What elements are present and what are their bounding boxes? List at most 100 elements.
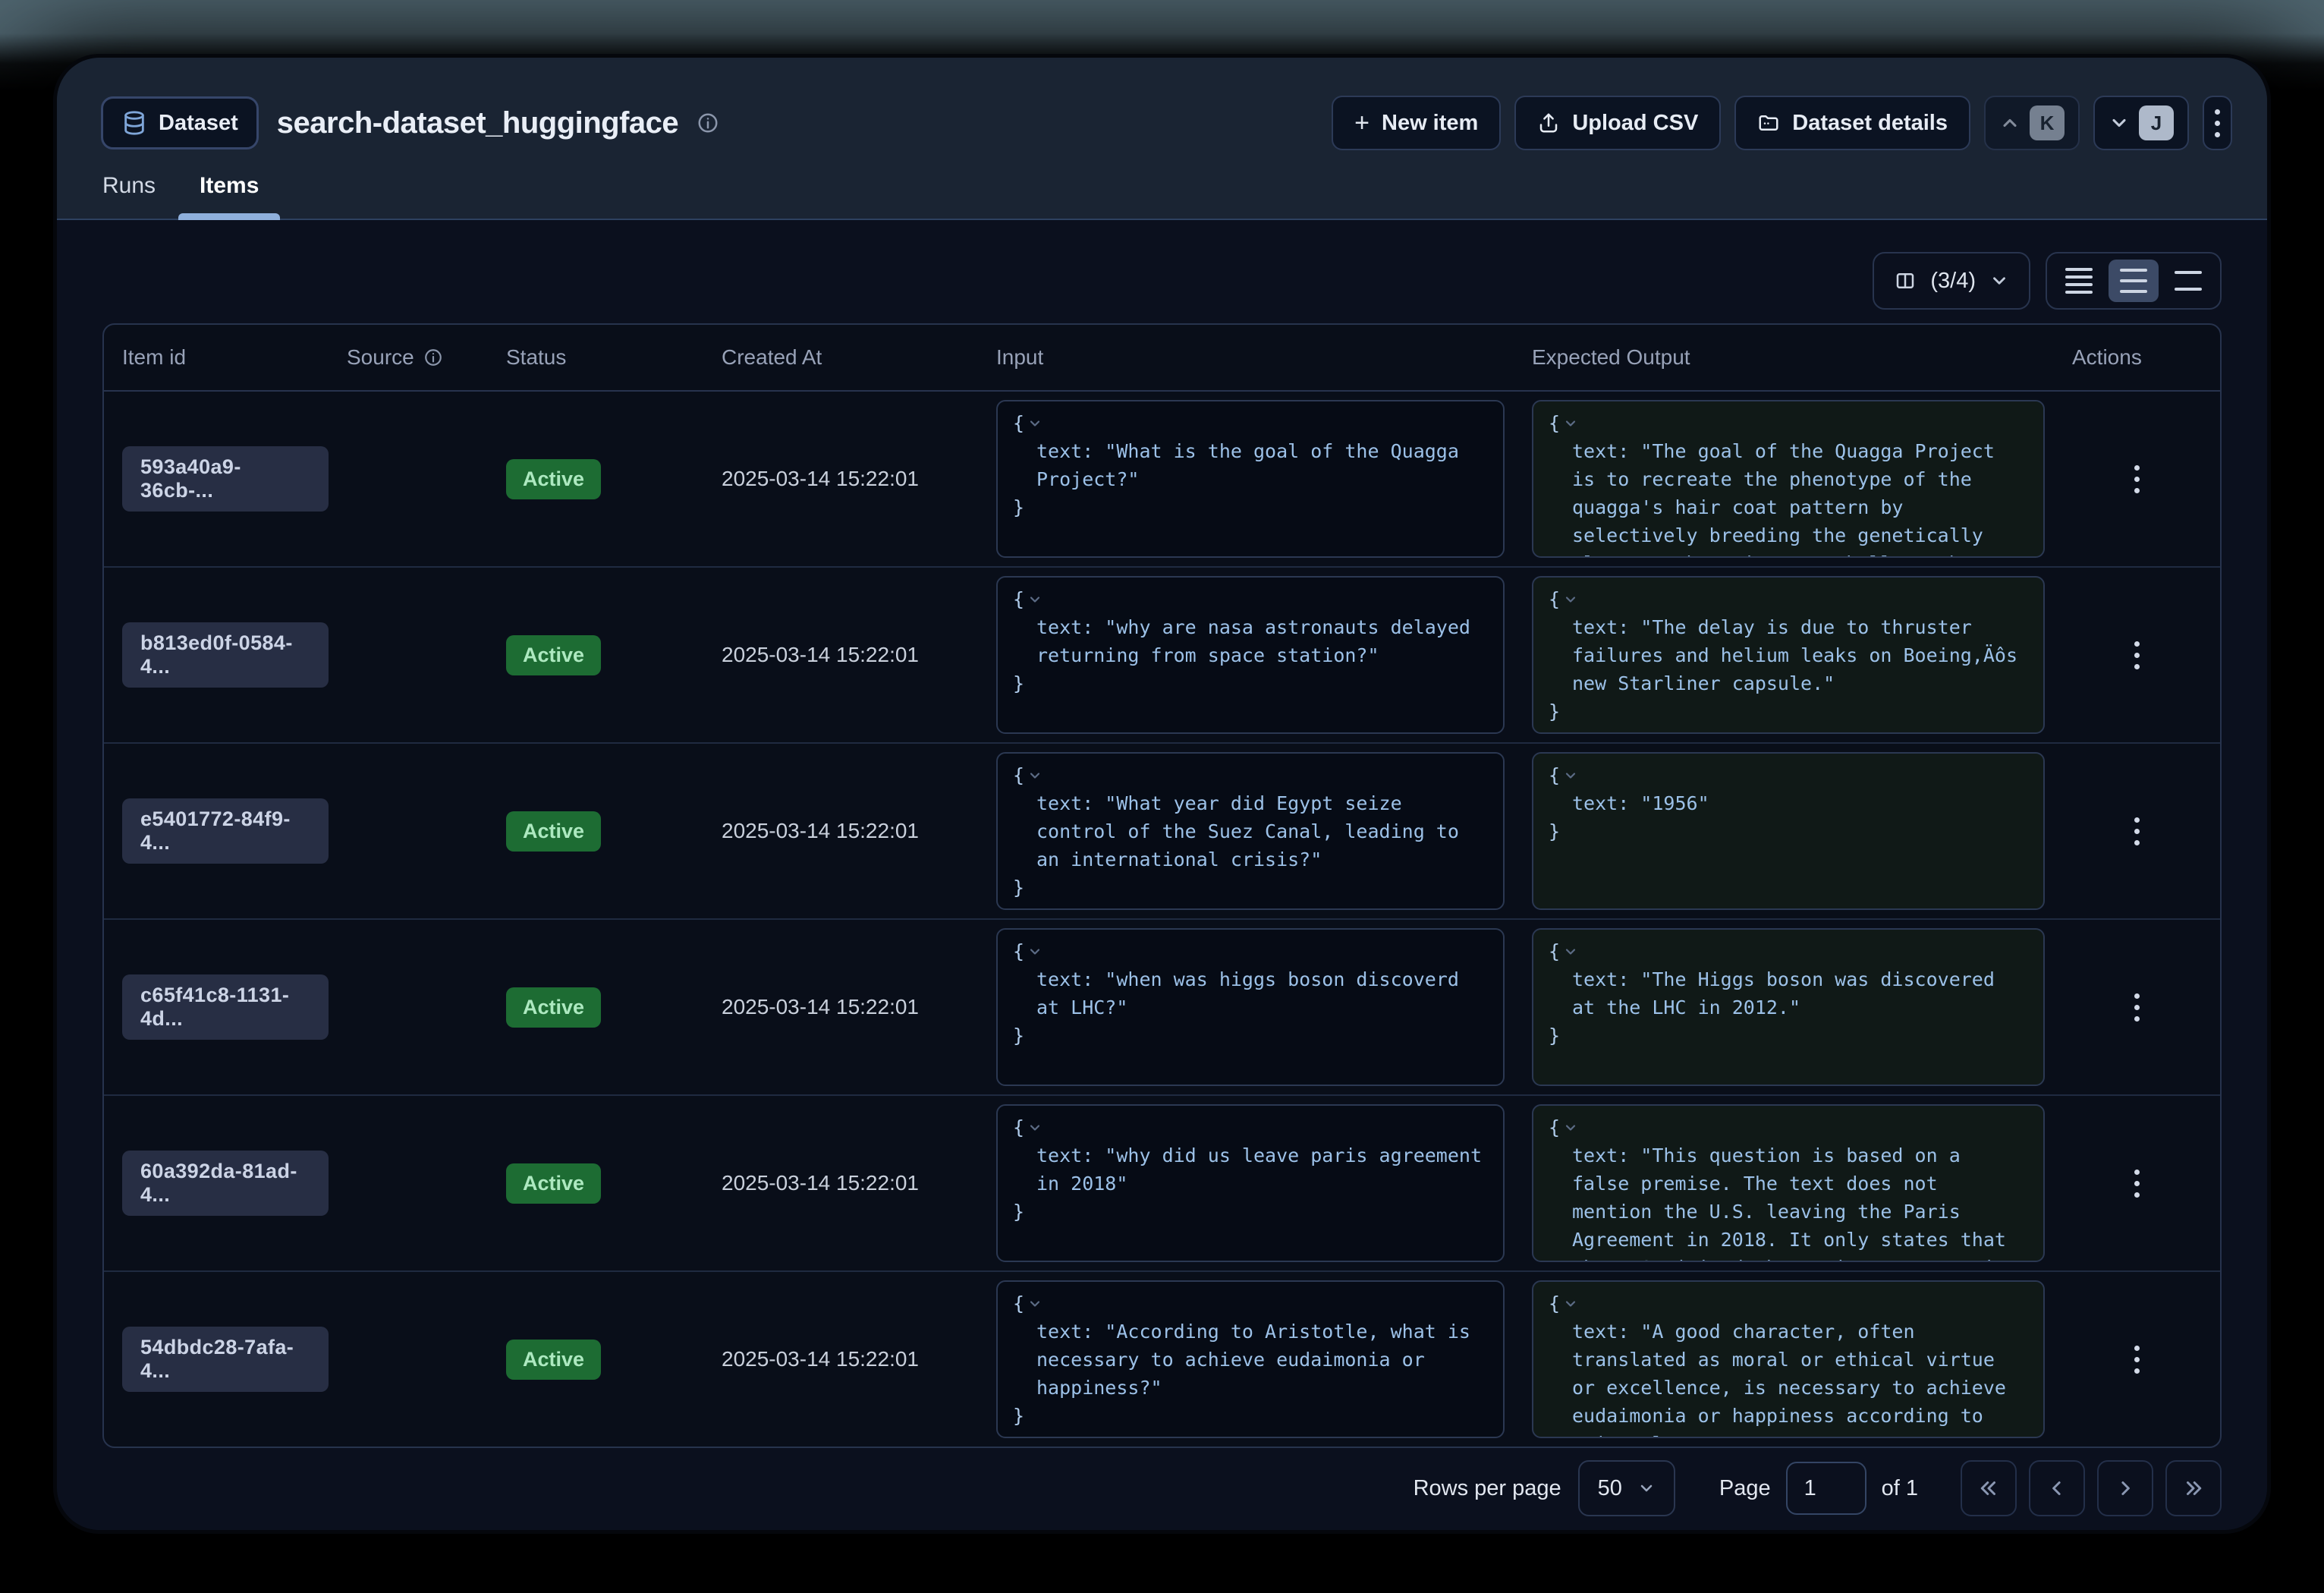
item-id-pill[interactable]: 60a392da-81ad-4... (122, 1151, 329, 1216)
input-json-box[interactable]: { text: "when was higgs boson discoverd … (996, 928, 1505, 1086)
collapse-chevron-icon[interactable] (1027, 768, 1042, 783)
tab-runs[interactable]: Runs (102, 173, 156, 220)
dataset-badge-label: Dataset (159, 111, 238, 136)
expected-output-json-box[interactable]: { text: "A good character, often transla… (1532, 1280, 2045, 1438)
chevron-down-icon (2109, 112, 2130, 134)
expected-output-json-box[interactable]: { text: "The delay is due to thruster fa… (1532, 576, 2045, 734)
row-menu-button[interactable] (2134, 817, 2140, 845)
collapse-chevron-icon[interactable] (1563, 1296, 1578, 1311)
info-icon[interactable] (697, 112, 719, 134)
input-cell: { text: "According to Aristotle, what is… (978, 1280, 1514, 1438)
row-actions-cell (2054, 1346, 2220, 1374)
upload-csv-button[interactable]: Upload CSV (1514, 96, 1721, 150)
item-id-cell: 60a392da-81ad-4... (104, 1151, 329, 1216)
collapse-chevron-icon[interactable] (1563, 592, 1578, 607)
item-id-pill[interactable]: 54dbdc28-7afa-4... (122, 1327, 329, 1392)
next-page-button[interactable] (2097, 1460, 2153, 1516)
item-id-pill[interactable]: b813ed0f-0584-4... (122, 622, 329, 688)
expected-output-json-text: text: "1956" (1549, 789, 2028, 817)
collapse-chevron-icon[interactable] (1563, 768, 1578, 783)
window-header: Dataset search-dataset_huggingface + New… (57, 58, 2267, 220)
expected-output-json-box[interactable]: { text: "The goal of the Quagga Project … (1532, 400, 2045, 558)
status-badge: Active (506, 1163, 601, 1204)
last-page-icon (2182, 1477, 2205, 1500)
row-menu-button[interactable] (2134, 1170, 2140, 1198)
collapse-chevron-icon[interactable] (1027, 1296, 1042, 1311)
col-header-status: Status (488, 345, 703, 370)
collapse-chevron-icon[interactable] (1027, 1120, 1042, 1135)
items-table: Item id Source Status Created At Input E… (102, 323, 2222, 1448)
row-actions-cell (2054, 641, 2220, 669)
next-item-shortcut-button[interactable]: J (2093, 96, 2189, 150)
table-row[interactable]: 593a40a9-36cb-... Active 2025-03-14 15:2… (104, 392, 2220, 568)
density-tall-icon[interactable] (2163, 260, 2213, 302)
tab-bar: Runs Items (102, 173, 259, 220)
collapse-chevron-icon[interactable] (1563, 944, 1578, 959)
table-row[interactable]: b813ed0f-0584-4... Active 2025-03-14 15:… (104, 568, 2220, 744)
expected-output-cell: { text: "The goal of the Quagga Project … (1514, 400, 2054, 558)
input-json-box[interactable]: { text: "why are nasa astronauts delayed… (996, 576, 1505, 734)
expected-output-json-box[interactable]: { text: "The Higgs boson was discovered … (1532, 928, 2045, 1086)
col-header-created-at: Created At (703, 345, 978, 370)
input-json-text: text: "why are nasa astronauts delayed r… (1013, 613, 1488, 669)
item-id-pill[interactable]: c65f41c8-1131-4d... (122, 974, 329, 1040)
prev-page-button[interactable] (2029, 1460, 2085, 1516)
prev-item-shortcut-button[interactable]: K (1984, 96, 2080, 150)
collapse-chevron-icon[interactable] (1563, 1120, 1578, 1135)
next-page-icon (2114, 1477, 2137, 1500)
columns-count: (3/4) (1930, 269, 1976, 294)
row-actions-cell (2054, 993, 2220, 1022)
input-json-box[interactable]: { text: "According to Aristotle, what is… (996, 1280, 1505, 1438)
status-cell: Active (488, 811, 703, 852)
pagination-bar: Rows per page 50 Page of 1 (102, 1460, 2222, 1516)
tab-items[interactable]: Items (200, 173, 259, 220)
table-row[interactable]: 60a392da-81ad-4... Active 2025-03-14 15:… (104, 1096, 2220, 1272)
first-page-button[interactable] (1961, 1460, 2017, 1516)
collapse-chevron-icon[interactable] (1027, 416, 1042, 431)
expected-output-json-text: text: "The Higgs boson was discovered at… (1549, 965, 2028, 1022)
rows-per-page-select[interactable]: 50 (1578, 1460, 1675, 1516)
more-options-button[interactable] (2203, 96, 2232, 150)
collapse-chevron-icon[interactable] (1027, 944, 1042, 959)
table-row[interactable]: 54dbdc28-7afa-4... Active 2025-03-14 15:… (104, 1272, 2220, 1447)
item-id-pill[interactable]: e5401772-84f9-4... (122, 798, 329, 864)
row-actions-cell (2054, 465, 2220, 493)
table-row[interactable]: e5401772-84f9-4... Active 2025-03-14 15:… (104, 744, 2220, 920)
row-menu-button[interactable] (2134, 465, 2140, 493)
input-json-box[interactable]: { text: "why did us leave paris agreemen… (996, 1104, 1505, 1262)
created-at-cell: 2025-03-14 15:22:01 (703, 1347, 978, 1371)
collapse-chevron-icon[interactable] (1563, 416, 1578, 431)
database-icon (121, 110, 147, 136)
header-buttons: + New item Upload CSV (1332, 96, 2232, 150)
dataset-details-button[interactable]: Dataset details (1734, 96, 1970, 150)
rows-per-page-value: 50 (1598, 1476, 1622, 1501)
created-at-cell: 2025-03-14 15:22:01 (703, 995, 978, 1019)
row-menu-button[interactable] (2134, 641, 2140, 669)
row-actions-cell (2054, 817, 2220, 845)
page-number-input[interactable] (1786, 1462, 1866, 1515)
collapse-chevron-icon[interactable] (1027, 592, 1042, 607)
created-at-cell: 2025-03-14 15:22:01 (703, 643, 978, 667)
created-at-cell: 2025-03-14 15:22:01 (703, 819, 978, 843)
table-row[interactable]: c65f41c8-1131-4d... Active 2025-03-14 15… (104, 920, 2220, 1096)
expected-output-json-box[interactable]: { text: "1956" } (1532, 752, 2045, 910)
col-header-input: Input (978, 345, 1514, 370)
folder-icon (1757, 112, 1780, 134)
input-json-box[interactable]: { text: "What is the goal of the Quagga … (996, 400, 1505, 558)
density-medium-icon[interactable] (2109, 260, 2159, 302)
last-page-button[interactable] (2165, 1460, 2222, 1516)
density-compact-icon[interactable] (2054, 260, 2104, 302)
info-icon[interactable] (423, 348, 443, 367)
keycap-j: J (2139, 105, 2174, 140)
row-menu-button[interactable] (2134, 993, 2140, 1022)
row-menu-button[interactable] (2134, 1346, 2140, 1374)
input-json-box[interactable]: { text: "What year did Egypt seize contr… (996, 752, 1505, 910)
chevron-down-icon (1989, 271, 2009, 291)
expected-output-json-box[interactable]: { text: "This question is based on a fal… (1532, 1104, 2045, 1262)
upload-icon (1537, 112, 1560, 134)
status-cell: Active (488, 1340, 703, 1380)
new-item-button[interactable]: + New item (1332, 96, 1501, 150)
first-page-icon (1977, 1477, 2000, 1500)
item-id-pill[interactable]: 593a40a9-36cb-... (122, 446, 329, 512)
columns-selector[interactable]: (3/4) (1873, 252, 2030, 310)
